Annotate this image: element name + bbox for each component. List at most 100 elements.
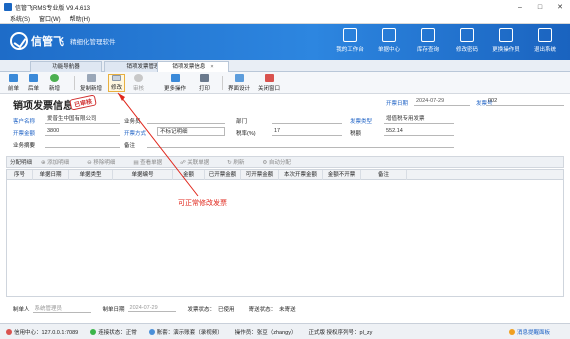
brand-name: 信管飞 xyxy=(31,36,64,48)
tax-rate-label: 税率(%) xyxy=(236,131,256,137)
account-status: 账套：演示账套（录视频） xyxy=(148,328,223,336)
maker-label: 制单人 xyxy=(13,306,30,313)
link-document-button[interactable]: ☍ 关联单据 xyxy=(180,158,218,166)
method-label: 开票方式 xyxy=(124,131,147,137)
close-window-button[interactable]: 关闭窗口 xyxy=(258,74,280,92)
column-header[interactable]: 可开票金额 xyxy=(241,170,279,180)
menu-system[interactable]: 系统(S) xyxy=(10,14,30,23)
grid-header: 序号 单据日期 单据类型 单据编号 金额 已开票金额 可开票金额 本次开票金额 … xyxy=(7,170,563,180)
column-header[interactable]: 备注 xyxy=(361,170,407,180)
minimize-icon[interactable]: – xyxy=(510,0,530,14)
invoice-type-label: 发票类型 xyxy=(350,119,373,125)
amount-field[interactable]: 3800 xyxy=(45,127,120,136)
ui-design-button[interactable]: 界面设计 xyxy=(228,74,250,92)
audit-icon xyxy=(134,74,143,82)
make-date-label: 制单日期 xyxy=(102,306,125,313)
nav-inventory-button[interactable]: 库存查询 xyxy=(411,28,445,53)
bell-icon xyxy=(508,328,515,335)
allocate-detail-label: 分配明细 xyxy=(10,160,33,166)
auto-allocate-button[interactable]: ⚙ 自动分配 xyxy=(262,158,299,166)
menu-window[interactable]: 窗口(W) xyxy=(39,14,61,23)
nav-switch-user-button[interactable]: 更换操作员 xyxy=(489,28,523,53)
tax-rate-field[interactable]: 17 xyxy=(272,127,342,136)
audited-stamp: 已审核 xyxy=(69,94,97,111)
toolbar-separator xyxy=(74,76,75,90)
copy-icon xyxy=(86,74,96,82)
summary-field[interactable] xyxy=(45,139,120,148)
menu-help[interactable]: 帮助(H) xyxy=(70,14,90,23)
nav-workbench-button[interactable]: 我的工作台 xyxy=(333,28,367,53)
invoice-status-label: 发票状态： xyxy=(187,306,216,313)
close-icon[interactable]: ✕ xyxy=(550,0,570,14)
tab-function-navigator[interactable]: 功能导航器 xyxy=(30,61,102,72)
column-header[interactable]: 单据日期 xyxy=(33,170,69,180)
more-actions-button[interactable]: 更多操作 xyxy=(164,74,186,92)
nav-exit-button[interactable]: 退出系统 xyxy=(528,28,562,53)
window-title: 信管飞RMS专业版 V9.4.613 xyxy=(15,5,91,12)
edit-button[interactable]: 修改 xyxy=(108,74,126,92)
view-document-button[interactable]: ▤ 查看单据 xyxy=(133,158,171,166)
column-header[interactable]: 金额 xyxy=(173,170,205,180)
maximize-icon[interactable]: □ xyxy=(530,0,550,14)
audit-button[interactable]: 审核 xyxy=(133,74,144,92)
print-button[interactable]: 打印 xyxy=(199,74,210,92)
tab-strip: 功能导航器 销项发票管理 销项发票信息 × xyxy=(0,60,570,72)
arrow-left-icon xyxy=(9,74,18,82)
new-button[interactable]: 新增 xyxy=(49,74,60,92)
edit-icon xyxy=(112,75,121,81)
column-header[interactable]: 单据编号 xyxy=(113,170,173,180)
previous-button[interactable]: 前单 xyxy=(8,74,19,92)
invoice-no-field[interactable]: 002 xyxy=(486,97,564,106)
close-tab-icon[interactable]: × xyxy=(210,64,213,70)
remove-detail-button[interactable]: ⊖ 移除明细 xyxy=(87,158,124,166)
more-icon xyxy=(170,74,180,82)
salesman-label: 业务员 xyxy=(124,119,141,125)
invoice-type-field[interactable]: 增值税专用发票 xyxy=(384,115,454,124)
amount-label: 开票金额 xyxy=(13,131,36,137)
tab-sales-invoice-info[interactable]: 销项发票信息 × xyxy=(157,61,229,72)
column-header[interactable]: 金额不开票 xyxy=(323,170,361,180)
message-panel-link[interactable]: 消息提醒面板 xyxy=(508,328,550,336)
customer-field[interactable]: 爱普生中国有限公司 xyxy=(45,115,120,124)
server-status: 信用中心：127.0.0.1:7089 xyxy=(6,328,78,336)
connection-status: 连接状态：正常 xyxy=(90,328,137,336)
header-banner: 信管飞 精细化管理软件 我的工作台 单据中心 库存查询 修改密码 更换操作员 退… xyxy=(0,24,570,60)
annotation-text: 可正常修改发票 xyxy=(178,200,227,207)
form-footer: 制单人 系统管理员 制单日期 2024-07-29 发票状态： 已使用 寄送状态… xyxy=(0,303,570,314)
refresh-button[interactable]: ↻ 刷新 xyxy=(227,158,253,166)
column-header[interactable]: 单据类型 xyxy=(69,170,113,180)
send-status-value: 未寄送 xyxy=(279,306,296,313)
column-header[interactable]: 已开票金额 xyxy=(205,170,241,180)
column-header[interactable]: 序号 xyxy=(7,170,33,180)
maker-field: 系统管理员 xyxy=(32,304,91,313)
copy-new-button[interactable]: 复制新增 xyxy=(80,74,102,92)
connected-icon xyxy=(90,328,97,335)
top-nav: 我的工作台 单据中心 库存查询 修改密码 更换操作员 退出系统 xyxy=(328,28,562,53)
printer-icon xyxy=(200,74,209,82)
salesman-field[interactable] xyxy=(147,115,225,124)
invoice-status-value: 已使用 xyxy=(218,306,235,313)
close-window-icon xyxy=(264,74,274,82)
brand-logo: 信管飞 精细化管理软件 xyxy=(10,32,116,50)
method-select[interactable]: 不标记明细 xyxy=(157,127,225,136)
open-date-field[interactable]: 2024-07-29 xyxy=(414,97,470,106)
tax-field[interactable]: 552.14 xyxy=(384,127,454,136)
next-button[interactable]: 后单 xyxy=(28,74,39,92)
add-detail-button[interactable]: ⊕ 添加明细 xyxy=(41,158,78,166)
note-field[interactable] xyxy=(147,139,454,148)
dept-field[interactable] xyxy=(272,115,342,124)
note-label: 备注 xyxy=(124,143,136,149)
status-bar: 信用中心：127.0.0.1:7089 连接状态：正常 账套：演示账套（录视频）… xyxy=(0,323,570,339)
inventory-icon xyxy=(421,28,435,42)
send-status-label: 寄送状态： xyxy=(248,306,277,313)
customer-label: 客户名称 xyxy=(13,119,36,125)
logo-icon xyxy=(10,32,28,50)
arrow-right-icon xyxy=(29,74,38,82)
license-status: 正式版 授权序列号：pl_zy xyxy=(308,329,373,336)
nav-password-button[interactable]: 修改密码 xyxy=(450,28,484,53)
column-header[interactable]: 本次开票金额 xyxy=(279,170,323,180)
nav-documents-button[interactable]: 单据中心 xyxy=(372,28,406,53)
toolbar: 前单 后单 新增 复制新增 修改 审核 更多操作 打印 界面设计 关闭窗口 xyxy=(0,72,570,94)
exit-icon xyxy=(538,28,552,42)
detail-grid[interactable]: 序号 单据日期 单据类型 单据编号 金额 已开票金额 可开票金额 本次开票金额 … xyxy=(6,169,564,297)
